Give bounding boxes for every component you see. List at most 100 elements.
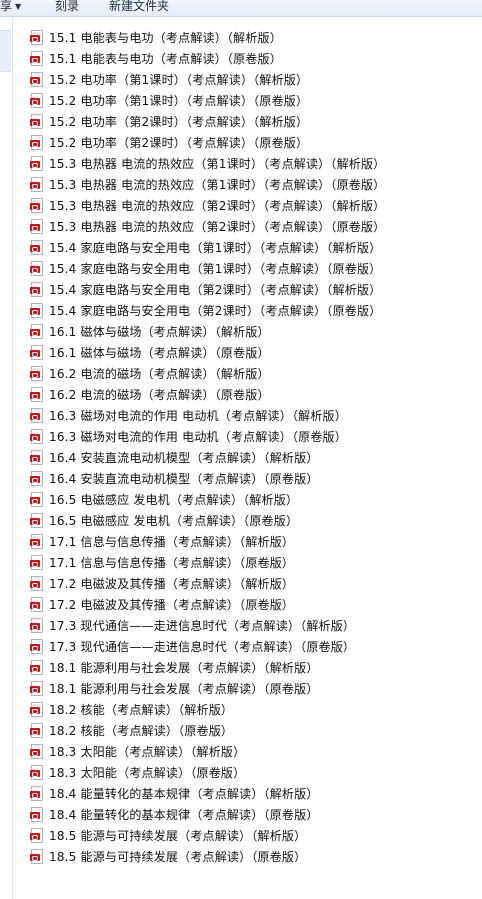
pdf-file-icon: [30, 198, 43, 213]
file-item[interactable]: 16.4 安装直流电动机模型（考点解读）（原卷版）: [30, 468, 481, 489]
file-name: 17.1 信息与信息传播（考点解读）（原卷版）: [49, 556, 295, 570]
file-item[interactable]: 15.2 电功率（第1课时）（考点解读）（原卷版）: [30, 90, 481, 111]
file-item[interactable]: 15.4 家庭电路与安全用电（第1课时）（考点解读）（解析版）: [30, 237, 481, 258]
file-item[interactable]: 18.5 能源与可持续发展（考点解读）（原卷版）: [30, 846, 481, 867]
file-item[interactable]: 15.3 电热器 电流的热效应（第1课时）（考点解读）（原卷版）: [30, 174, 481, 195]
new-folder-button[interactable]: 新建文件夹: [109, 0, 169, 15]
pdf-file-icon: [30, 303, 43, 318]
file-item[interactable]: 15.1 电能表与电功（考点解读）（原卷版）: [30, 48, 481, 69]
pdf-file-icon: [30, 513, 43, 528]
file-item[interactable]: 17.3 现代通信——走进信息时代（考点解读）（解析版）: [30, 615, 481, 636]
file-name: 15.1 电能表与电功（考点解读）（原卷版）: [49, 52, 282, 66]
file-name: 15.4 家庭电路与安全用电（第1课时）（考点解读）（原卷版）: [49, 262, 382, 276]
pdf-file-icon: [30, 744, 43, 759]
pdf-file-icon: [30, 261, 43, 276]
file-item[interactable]: 18.5 能源与可持续发展（考点解读）（解析版）: [30, 825, 481, 846]
file-item[interactable]: 17.1 信息与信息传播（考点解读）（解析版）: [30, 531, 481, 552]
file-item[interactable]: 16.2 电流的磁场（考点解读）（原卷版）: [30, 384, 481, 405]
file-name: 18.5 能源与可持续发展（考点解读）（解析版）: [49, 829, 307, 843]
burn-button[interactable]: 刻录: [55, 0, 79, 15]
file-item[interactable]: 16.4 安装直流电动机模型（考点解读）（解析版）: [30, 447, 481, 468]
file-item[interactable]: 15.3 电热器 电流的热效应（第1课时）（考点解读）（解析版）: [30, 153, 481, 174]
file-item[interactable]: 16.1 磁体与磁场（考点解读）（原卷版）: [30, 342, 481, 363]
file-name: 18.4 能量转化的基本规律（考点解读）（解析版）: [49, 787, 319, 801]
file-name: 16.3 磁场对电流的作用 电动机（考点解读）（解析版）: [49, 409, 347, 423]
file-item[interactable]: 18.3 太阳能（考点解读）（解析版）: [30, 741, 481, 762]
pdf-file-icon: [30, 723, 43, 738]
file-item[interactable]: 15.2 电功率（第1课时）（考点解读）（解析版）: [30, 69, 481, 90]
file-item[interactable]: 15.4 家庭电路与安全用电（第2课时）（考点解读）（解析版）: [30, 279, 481, 300]
file-item[interactable]: 16.1 磁体与磁场（考点解读）（解析版）: [30, 321, 481, 342]
share-button[interactable]: 享 ▼: [0, 0, 21, 15]
file-item[interactable]: 15.4 家庭电路与安全用电（第2课时）（考点解读）（原卷版）: [30, 300, 481, 321]
chevron-down-icon: ▼: [15, 2, 22, 11]
file-name: 18.4 能量转化的基本规律（考点解读）（原卷版）: [49, 808, 319, 822]
pdf-file-icon: [30, 786, 43, 801]
file-item[interactable]: 15.4 家庭电路与安全用电（第1课时）（考点解读）（原卷版）: [30, 258, 481, 279]
file-item[interactable]: 16.2 电流的磁场（考点解读）（解析版）: [30, 363, 481, 384]
pdf-file-icon: [30, 429, 43, 444]
file-name: 18.2 核能（考点解读）（解析版）: [49, 703, 234, 717]
nav-selected-item[interactable]: [0, 30, 11, 72]
pdf-file-icon: [30, 450, 43, 465]
pdf-file-icon: [30, 366, 43, 381]
file-name: 16.4 安装直流电动机模型（考点解读）（原卷版）: [49, 472, 319, 486]
file-name: 16.4 安装直流电动机模型（考点解读）（解析版）: [49, 451, 319, 465]
navigation-pane[interactable]: [0, 17, 13, 899]
pdf-file-icon: [30, 282, 43, 297]
pdf-file-icon: [30, 702, 43, 717]
file-item[interactable]: 15.2 电功率（第2课时）（考点解读）（解析版）: [30, 111, 481, 132]
file-list: 15.1 电能表与电功（考点解读）（解析版） 15.1 电能表与电功（考点解读）（…: [30, 27, 481, 867]
pdf-file-icon: [30, 807, 43, 822]
pdf-file-icon: [30, 219, 43, 234]
pdf-file-icon: [30, 618, 43, 633]
file-name: 18.5 能源与可持续发展（考点解读）（原卷版）: [49, 850, 307, 864]
pdf-file-icon: [30, 492, 43, 507]
file-item[interactable]: 15.1 电能表与电功（考点解读）（解析版）: [30, 27, 481, 48]
file-item[interactable]: 17.1 信息与信息传播（考点解读）（原卷版）: [30, 552, 481, 573]
file-name: 15.1 电能表与电功（考点解读）（解析版）: [49, 31, 282, 45]
file-item[interactable]: 15.3 电热器 电流的热效应（第2课时）（考点解读）（原卷版）: [30, 216, 481, 237]
file-name: 18.3 太阳能（考点解读）（原卷版）: [49, 766, 246, 780]
file-item[interactable]: 18.1 能源利用与社会发展（考点解读）（解析版）: [30, 657, 481, 678]
pdf-file-icon: [30, 324, 43, 339]
file-item[interactable]: 16.3 磁场对电流的作用 电动机（考点解读）（解析版）: [30, 405, 481, 426]
file-item[interactable]: 17.3 现代通信——走进信息时代（考点解读）（原卷版）: [30, 636, 481, 657]
file-item[interactable]: 15.2 电功率（第2课时）（考点解读）（原卷版）: [30, 132, 481, 153]
file-item[interactable]: 18.1 能源利用与社会发展（考点解读）（原卷版）: [30, 678, 481, 699]
pdf-file-icon: [30, 177, 43, 192]
file-item[interactable]: 18.2 核能（考点解读）（原卷版）: [30, 720, 481, 741]
file-name: 15.2 电功率（第2课时）（考点解读）（原卷版）: [49, 136, 309, 150]
file-name: 15.4 家庭电路与安全用电（第1课时）（考点解读）（解析版）: [49, 241, 382, 255]
pdf-file-icon: [30, 114, 43, 129]
pdf-file-icon: [30, 555, 43, 570]
pdf-file-icon: [30, 597, 43, 612]
pdf-file-icon: [30, 576, 43, 591]
file-name: 15.3 电热器 电流的热效应（第2课时）（考点解读）（原卷版）: [49, 220, 386, 234]
file-item[interactable]: 18.4 能量转化的基本规律（考点解读）（原卷版）: [30, 804, 481, 825]
file-name: 18.1 能源利用与社会发展（考点解读）（解析版）: [49, 661, 319, 675]
file-item[interactable]: 18.2 核能（考点解读）（解析版）: [30, 699, 481, 720]
file-item[interactable]: 18.3 太阳能（考点解读）（原卷版）: [30, 762, 481, 783]
file-item[interactable]: 16.5 电磁感应 发电机（考点解读）（解析版）: [30, 489, 481, 510]
file-item[interactable]: 15.3 电热器 电流的热效应（第2课时）（考点解读）（解析版）: [30, 195, 481, 216]
file-name: 17.2 电磁波及其传播（考点解读）（解析版）: [49, 577, 295, 591]
pdf-file-icon: [30, 660, 43, 675]
file-name: 17.3 现代通信——走进信息时代（考点解读）（解析版）: [49, 619, 356, 633]
file-item[interactable]: 18.4 能量转化的基本规律（考点解读）（解析版）: [30, 783, 481, 804]
file-name: 15.4 家庭电路与安全用电（第2课时）（考点解读）（原卷版）: [49, 304, 382, 318]
file-item[interactable]: 16.5 电磁感应 发电机（考点解读）（原卷版）: [30, 510, 481, 531]
share-label: 享: [0, 0, 13, 13]
file-item[interactable]: 17.2 电磁波及其传播（考点解读）（原卷版）: [30, 594, 481, 615]
file-name: 16.1 磁体与磁场（考点解读）（解析版）: [49, 325, 270, 339]
file-name: 15.4 家庭电路与安全用电（第2课时）（考点解读）（解析版）: [49, 283, 382, 297]
file-name: 18.3 太阳能（考点解读）（解析版）: [49, 745, 246, 759]
file-item[interactable]: 16.3 磁场对电流的作用 电动机（考点解读）（原卷版）: [30, 426, 481, 447]
pdf-file-icon: [30, 681, 43, 696]
file-item[interactable]: 17.2 电磁波及其传播（考点解读）（解析版）: [30, 573, 481, 594]
file-name: 16.5 电磁感应 发电机（考点解读）（原卷版）: [49, 514, 299, 528]
pdf-file-icon: [30, 135, 43, 150]
pdf-file-icon: [30, 408, 43, 423]
pdf-file-icon: [30, 387, 43, 402]
pdf-file-icon: [30, 51, 43, 66]
